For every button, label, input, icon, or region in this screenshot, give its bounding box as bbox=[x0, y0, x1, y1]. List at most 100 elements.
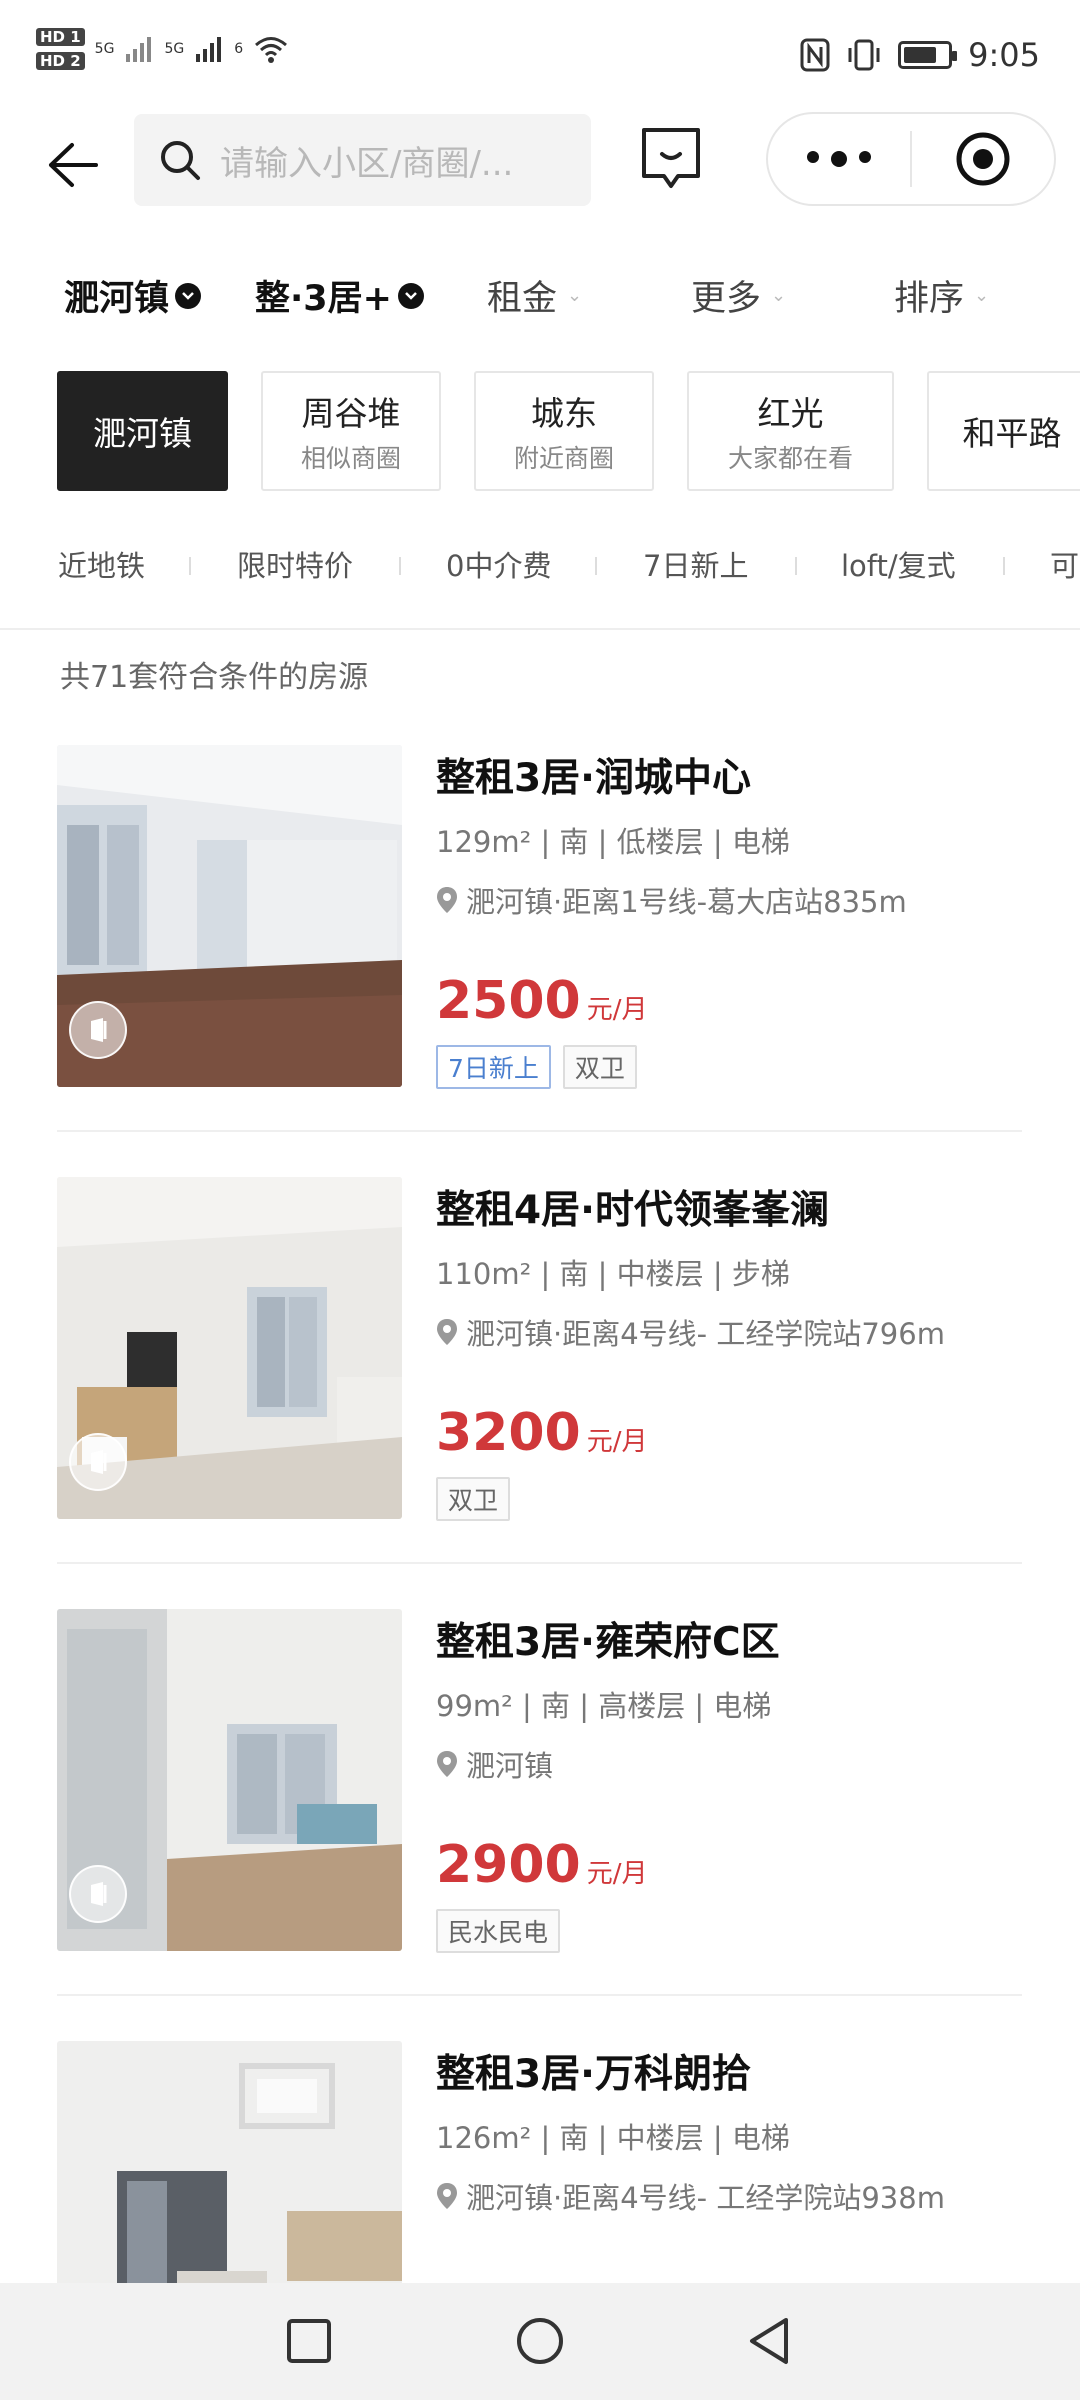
status-bar: HD 1 HD 2 5G 5G 6 9:05 bbox=[0, 0, 1080, 110]
system-nav-bar bbox=[0, 2283, 1080, 2400]
message-button[interactable] bbox=[640, 126, 702, 192]
header-divider bbox=[0, 628, 1080, 630]
chevron-down-icon: ⌄ bbox=[974, 285, 990, 306]
filter-type-label: 整·3居+ bbox=[255, 279, 392, 319]
listing-photo bbox=[57, 1177, 402, 1519]
listing-photo bbox=[57, 745, 402, 1087]
vr-icon[interactable] bbox=[69, 1001, 127, 1059]
top-bar: 请输入小区/商圈/... bbox=[0, 110, 1080, 220]
chip-subtitle: 相似商圈 bbox=[300, 444, 401, 473]
price-value: 2500 bbox=[436, 971, 581, 1031]
network-indicators: HD 1 HD 2 5G 5G 6 bbox=[36, 28, 289, 70]
message-icon bbox=[642, 128, 700, 188]
more-dots-icon[interactable] bbox=[768, 151, 910, 167]
listing-photo-image bbox=[57, 2041, 402, 2283]
listing-photo bbox=[57, 1609, 402, 1951]
location-pin-icon bbox=[437, 1319, 457, 1345]
home-button[interactable] bbox=[514, 2315, 566, 2367]
close-program-button[interactable] bbox=[912, 131, 1054, 187]
chip-subtitle: 附近商圈 bbox=[513, 444, 614, 473]
chip-subtitle: 大家都在看 bbox=[727, 444, 853, 473]
signal-icon-2 bbox=[196, 37, 222, 62]
listing-price: 3200 元/月 bbox=[436, 1403, 648, 1463]
listing-price: 2500 元/月 bbox=[436, 971, 648, 1031]
filter-bar: 淝河镇 整·3居+ 租金 ⌄ 更多 ⌄ 排序 ⌄ bbox=[0, 270, 1080, 340]
listing-spec: 126m² | 南 | 中楼层 | 电梯 bbox=[436, 2121, 790, 2155]
tag-feature: 双卫 bbox=[436, 1477, 511, 1521]
signal-icon bbox=[126, 37, 152, 62]
search-icon bbox=[161, 141, 200, 180]
result-count: 共71套符合条件的房源 bbox=[60, 660, 369, 695]
chip-title: 红光 bbox=[757, 394, 824, 433]
price-unit: 元/月 bbox=[586, 995, 648, 1025]
chevron-down-icon bbox=[397, 282, 424, 309]
quick-tag-divider bbox=[399, 557, 401, 575]
target-icon bbox=[956, 132, 1010, 186]
listing-title: 整租3居·润城中心 bbox=[436, 756, 751, 801]
quick-tag-new-7days[interactable]: 7日新上 bbox=[643, 543, 748, 585]
chip-title: 和平路 bbox=[962, 414, 1062, 453]
listing-location-text: 淝河镇·距离1号线-葛大店站835m bbox=[466, 885, 907, 919]
listing-location-text: 淝河镇·距离4号线- 工经学院站938m bbox=[466, 2181, 945, 2215]
clock: 9:05 bbox=[968, 36, 1040, 74]
filter-sort[interactable]: 排序 ⌄ bbox=[894, 270, 989, 321]
battery-level bbox=[904, 47, 937, 63]
filter-type[interactable]: 整·3居+ bbox=[255, 270, 424, 321]
listing-info: 整租3居·润城中心 129m² | 南 | 低楼层 | 电梯 淝河镇·距离1号线… bbox=[436, 745, 1022, 1089]
vr-icon[interactable] bbox=[69, 1433, 127, 1491]
listing-spec: 110m² | 南 | 中楼层 | 步梯 bbox=[436, 1257, 790, 1291]
wifi-gen-label: 6 bbox=[234, 41, 244, 57]
listing-location: 淝河镇·距离4号线- 工经学院站938m bbox=[436, 2175, 1022, 2217]
tag-new: 7日新上 bbox=[436, 1045, 551, 1089]
listing-card[interactable]: 整租3居·雍荣府C区 99m² | 南 | 高楼层 | 电梯 淝河镇 2900 … bbox=[57, 1609, 1022, 2009]
system-indicators: 9:05 bbox=[800, 36, 1040, 74]
listing-title: 整租3居·雍荣府C区 bbox=[436, 1620, 780, 1665]
listing-title: 整租4居·时代领峯峯澜 bbox=[436, 1188, 829, 1233]
search-placeholder: 请输入小区/商圈/... bbox=[220, 143, 514, 184]
quick-tag-loft[interactable]: loft/复式 bbox=[841, 543, 956, 585]
quick-tag-divider bbox=[795, 557, 797, 575]
location-pin-icon bbox=[437, 1751, 457, 1777]
recent-apps-button[interactable] bbox=[283, 2315, 335, 2367]
chip-zhougudui[interactable]: 周谷堆 相似商圈 bbox=[261, 371, 441, 491]
back-nav-button[interactable] bbox=[744, 2315, 796, 2367]
chip-hongguang[interactable]: 红光 大家都在看 bbox=[687, 371, 894, 491]
vr-icon[interactable] bbox=[69, 1865, 127, 1923]
hd1-badge: HD 1 bbox=[36, 28, 85, 46]
quick-tag-divider bbox=[595, 557, 597, 575]
tag-feature: 民水民电 bbox=[436, 1909, 561, 1953]
chip-feihezhen[interactable]: 淝河镇 bbox=[57, 371, 228, 491]
filter-more[interactable]: 更多 ⌄ bbox=[691, 270, 786, 321]
quick-tag-subway[interactable]: 近地铁 bbox=[58, 543, 145, 585]
listing-info: 整租3居·雍荣府C区 99m² | 南 | 高楼层 | 电梯 淝河镇 2900 … bbox=[436, 1609, 1022, 1953]
mini-program-capsule bbox=[766, 112, 1056, 206]
location-pin-icon bbox=[437, 2183, 457, 2209]
filter-rent[interactable]: 租金 ⌄ bbox=[487, 270, 582, 321]
quick-tag-more[interactable]: 可 bbox=[1050, 543, 1079, 585]
quick-tag-no-agent-fee[interactable]: 0中介费 bbox=[446, 543, 551, 585]
listing-card[interactable]: 整租3居·万科朗拾 126m² | 南 | 中楼层 | 电梯 淝河镇·距离4号线… bbox=[57, 2041, 1022, 2283]
listing-price: 2900 元/月 bbox=[436, 1835, 648, 1895]
chip-chengdong[interactable]: 城东 附近商圈 bbox=[474, 371, 654, 491]
listing-photo bbox=[57, 2041, 402, 2283]
listing-location: 淝河镇 bbox=[436, 1743, 1022, 1785]
listing-card[interactable]: 整租3居·润城中心 129m² | 南 | 低楼层 | 电梯 淝河镇·距离1号线… bbox=[57, 745, 1022, 1145]
chip-title: 周谷堆 bbox=[301, 394, 401, 433]
chip-hepinglu[interactable]: 和平路 bbox=[927, 371, 1080, 491]
quick-filter-row: 近地铁 限时特价 0中介费 7日新上 loft/复式 可 bbox=[0, 535, 1080, 595]
quick-tag-divider bbox=[189, 557, 191, 575]
price-value: 2900 bbox=[436, 1835, 581, 1895]
listing-divider bbox=[57, 1130, 1022, 1132]
listing-location: 淝河镇·距离4号线- 工经学院站796m bbox=[436, 1311, 1022, 1353]
nfc-icon bbox=[800, 38, 830, 72]
listing-card[interactable]: 整租4居·时代领峯峯澜 110m² | 南 | 中楼层 | 步梯 淝河镇·距离4… bbox=[57, 1177, 1022, 1577]
chevron-down-icon: ⌄ bbox=[771, 285, 787, 306]
tag-feature: 双卫 bbox=[562, 1045, 637, 1089]
listing-title: 整租3居·万科朗拾 bbox=[436, 2052, 751, 2097]
search-input[interactable]: 请输入小区/商圈/... bbox=[134, 114, 591, 206]
listing-tags: 双卫 bbox=[436, 1477, 511, 1521]
back-button[interactable] bbox=[40, 132, 106, 198]
filter-area[interactable]: 淝河镇 bbox=[64, 270, 202, 321]
listing-location: 淝河镇·距离1号线-葛大店站835m bbox=[436, 879, 1022, 921]
quick-tag-special-price[interactable]: 限时特价 bbox=[237, 543, 353, 585]
